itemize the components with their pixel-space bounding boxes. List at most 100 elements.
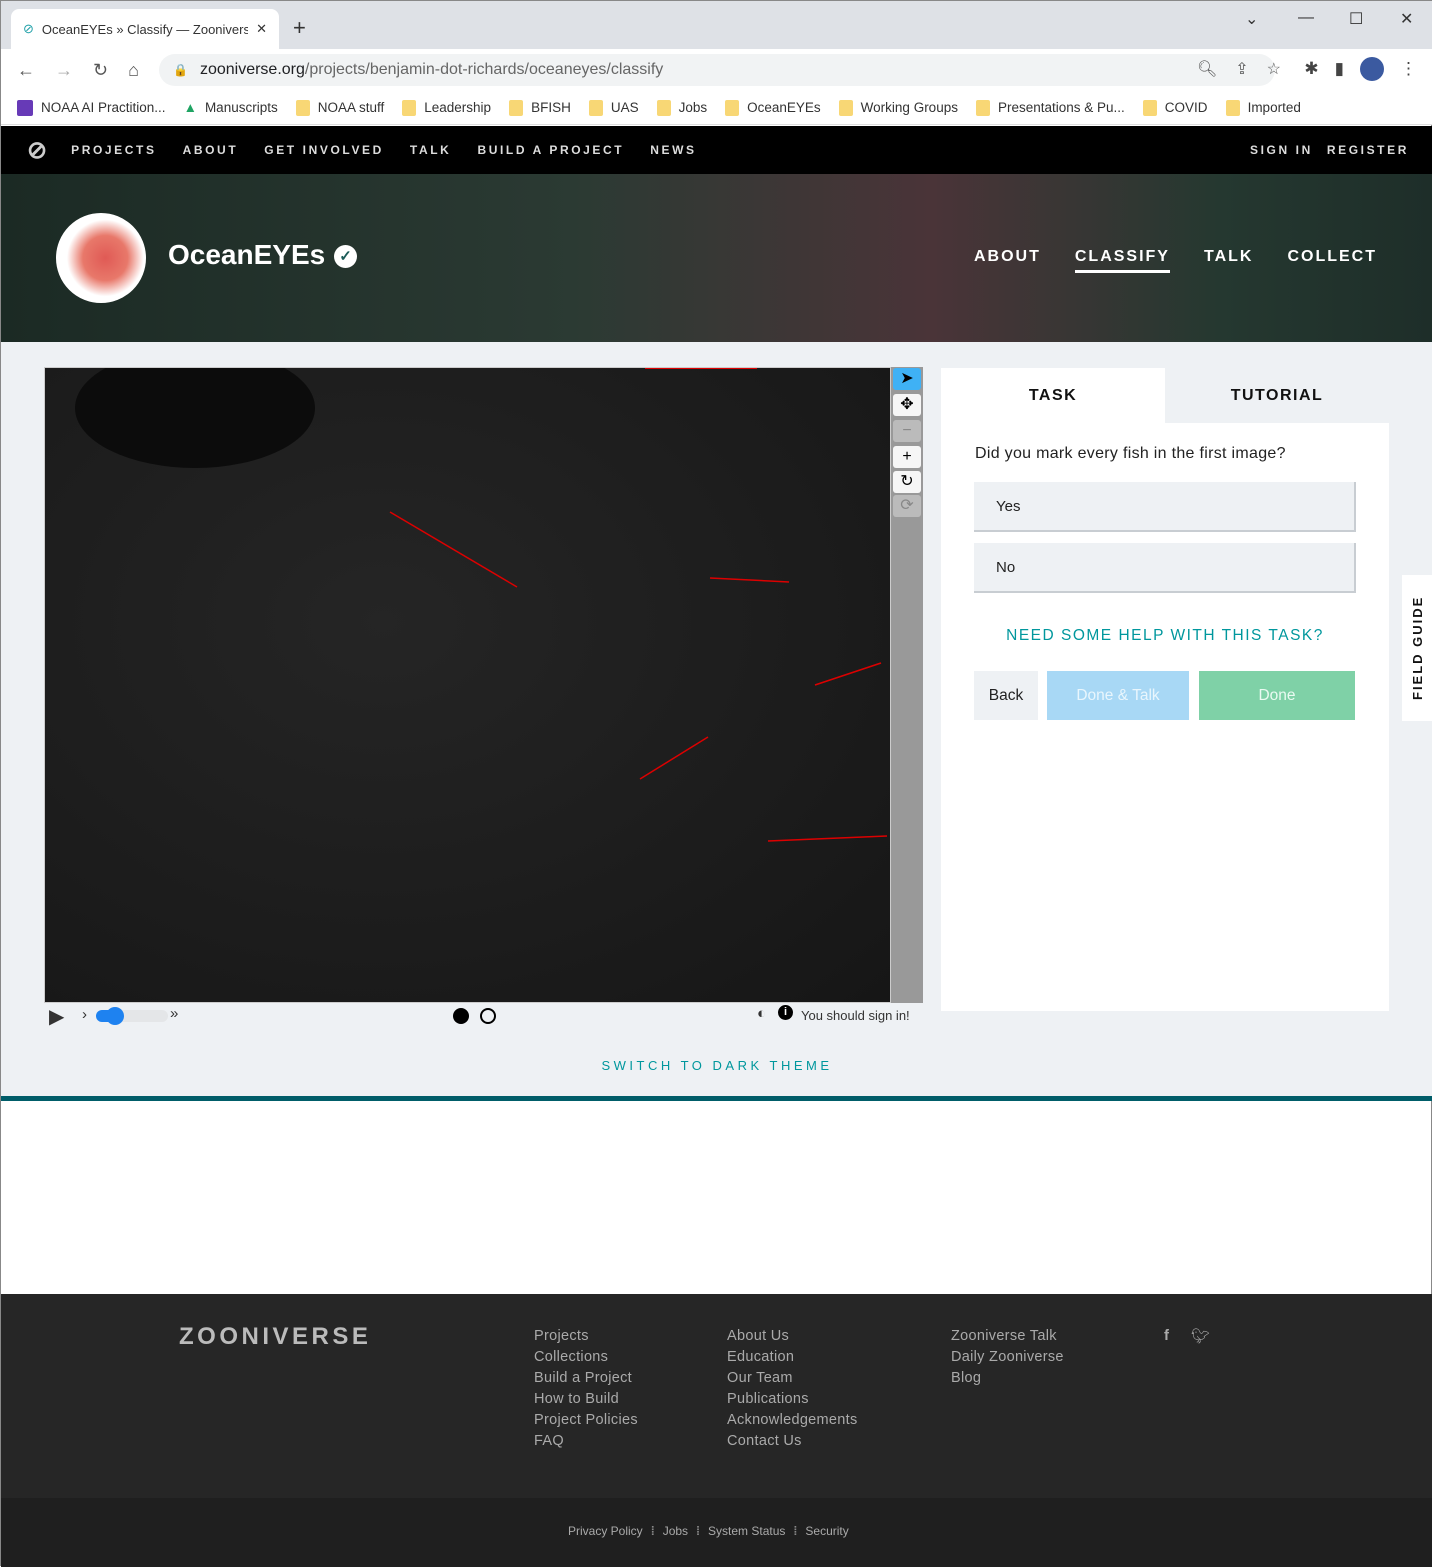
footer-link[interactable]: Blog (951, 1370, 1064, 1386)
sign-in-link[interactable]: SIGN IN (1250, 143, 1313, 157)
speed-slider[interactable] (96, 1007, 168, 1025)
new-tab-icon[interactable]: + (293, 15, 306, 41)
share-icon[interactable]: ⇪ (1235, 59, 1248, 79)
twitter-icon[interactable]: 🐦︎ (1191, 1327, 1210, 1345)
tab-task[interactable]: TASK (941, 368, 1165, 423)
nav-talk[interactable]: TALK (410, 143, 452, 157)
star-icon[interactable]: ☆ (1267, 59, 1281, 79)
project-nav-talk[interactable]: TALK (1204, 248, 1253, 273)
bookmark-folder[interactable]: Imported (1225, 99, 1301, 116)
reset-icon[interactable]: ⟳ (893, 495, 921, 517)
invert-icon[interactable]: ◐ (757, 1005, 766, 1022)
reload-icon[interactable]: ↻ (93, 60, 108, 81)
play-icon[interactable]: ▶ (49, 1004, 64, 1029)
close-window-icon[interactable]: ✕ (1400, 9, 1413, 29)
minimize-icon[interactable]: — (1298, 9, 1314, 27)
bookmark-folder[interactable]: OceanEYEs (725, 99, 821, 116)
frame-dot-1[interactable] (453, 1008, 469, 1024)
side-panel-icon[interactable]: ▮ (1335, 59, 1344, 79)
separator: ⁞ (650, 1524, 655, 1538)
tab-search-icon[interactable]: ⌄ (1245, 9, 1258, 29)
footer-link[interactable]: Contact Us (727, 1433, 858, 1449)
footer-link[interactable]: Acknowledgements (727, 1412, 858, 1428)
project-nav-classify[interactable]: CLASSIFY (1074, 248, 1170, 273)
bookmark-folder[interactable]: BFISH (509, 99, 571, 116)
bookmark[interactable]: NOAA AI Practition... (17, 99, 166, 116)
info-icon[interactable]: i (778, 1005, 793, 1020)
bookmark-folder[interactable]: Jobs (656, 99, 707, 116)
footer-link[interactable]: Collections (534, 1349, 638, 1365)
footer-link[interactable]: Daily Zooniverse (951, 1349, 1064, 1365)
profile-avatar[interactable] (1360, 57, 1384, 81)
footer-link[interactable]: Projects (534, 1328, 638, 1344)
jobs-link[interactable]: Jobs (663, 1524, 688, 1538)
done-button[interactable]: Done (1199, 671, 1355, 720)
fish-mark[interactable] (767, 835, 888, 842)
nav-news[interactable]: NEWS (650, 143, 696, 157)
security-link[interactable]: Security (805, 1524, 848, 1538)
register-link[interactable]: REGISTER (1327, 143, 1409, 157)
fast-forward-icon[interactable]: » (170, 1005, 178, 1022)
footer-link[interactable]: Education (727, 1349, 858, 1365)
footer-link[interactable]: Publications (727, 1391, 858, 1407)
bookmark-folder[interactable]: Leadership (402, 99, 491, 116)
extensions-icon[interactable]: ✱ (1304, 59, 1318, 79)
footer-link[interactable]: Zooniverse Talk (951, 1328, 1064, 1344)
system-status-link[interactable]: System Status (708, 1524, 785, 1538)
footer-link[interactable]: How to Build (534, 1391, 638, 1407)
back-button[interactable]: Back (974, 671, 1038, 720)
browser-tab[interactable]: ⊘ OceanEYEs » Classify — Zooniverse ✕ (11, 9, 279, 49)
nav-get-involved[interactable]: GET INVOLVED (264, 143, 384, 157)
footer-link[interactable]: FAQ (534, 1433, 638, 1449)
back-icon[interactable]: ← (17, 60, 35, 81)
fish-mark[interactable] (389, 511, 518, 588)
frame-dot-2[interactable] (480, 1008, 496, 1024)
zooniverse-logo-icon[interactable]: ⊘ (27, 136, 47, 165)
nav-about[interactable]: ABOUT (183, 143, 239, 157)
close-tab-icon[interactable]: ✕ (256, 21, 267, 37)
bookmark-folder[interactable]: UAS (588, 99, 639, 116)
task-help-link[interactable]: NEED SOME HELP WITH THIS TASK? (941, 627, 1389, 645)
done-and-talk-button[interactable]: Done & Talk (1047, 671, 1189, 720)
footer-link[interactable]: Our Team (727, 1370, 858, 1386)
project-title[interactable]: OceanEYEs (168, 239, 325, 271)
zoom-in-icon[interactable]: + (893, 446, 921, 468)
fish-mark[interactable] (709, 577, 790, 583)
move-tool-icon[interactable]: ✥ (893, 394, 921, 416)
rotate-icon[interactable]: ↻ (893, 471, 921, 493)
zoom-icon[interactable]: 🔍︎ (1197, 59, 1217, 79)
footer-link[interactable]: Project Policies (534, 1412, 638, 1428)
footer-link[interactable]: About Us (727, 1328, 858, 1344)
maximize-icon[interactable]: ☐ (1349, 9, 1363, 29)
home-icon[interactable]: ⌂ (128, 60, 139, 81)
tab-tutorial[interactable]: TUTORIAL (1165, 368, 1389, 423)
bookmark-folder[interactable]: NOAA stuff (295, 99, 384, 116)
zooniverse-wordmark[interactable]: ZOONIVERSE (179, 1323, 371, 1351)
fish-mark[interactable] (814, 662, 882, 686)
footer-link[interactable]: Build a Project (534, 1370, 638, 1386)
nav-projects[interactable]: PROJECTS (71, 143, 156, 157)
address-bar[interactable]: 🔒 zooniverse.org/projects/benjamin-dot-r… (159, 54, 1275, 86)
fish-mark[interactable] (639, 736, 709, 780)
pointer-tool-icon[interactable]: ➤ (893, 368, 921, 390)
answer-yes[interactable]: Yes (974, 482, 1356, 532)
forward-icon[interactable]: → (55, 60, 73, 81)
bookmark[interactable]: ▲ Manuscripts (184, 100, 278, 115)
project-nav-about[interactable]: ABOUT (974, 248, 1041, 273)
nav-build-a-project[interactable]: BUILD A PROJECT (477, 143, 624, 157)
zoom-out-icon[interactable]: − (893, 420, 921, 442)
switch-dark-theme-button[interactable]: SWITCH TO DARK THEME (1, 1058, 1432, 1073)
bookmark-folder[interactable]: Working Groups (838, 99, 958, 116)
step-forward-icon[interactable]: › (82, 1006, 87, 1023)
slider-thumb[interactable] (106, 1007, 124, 1025)
facebook-icon[interactable]: f (1164, 1327, 1169, 1345)
menu-icon[interactable]: ⋮ (1400, 59, 1417, 79)
project-avatar[interactable] (56, 213, 146, 303)
project-nav-collect[interactable]: COLLECT (1287, 248, 1377, 273)
subject-image[interactable] (44, 348, 891, 1003)
privacy-policy-link[interactable]: Privacy Policy (568, 1524, 643, 1538)
answer-no[interactable]: No (974, 543, 1356, 593)
bookmark-folder[interactable]: COVID (1142, 99, 1208, 116)
bookmark-folder[interactable]: Presentations & Pu... (975, 99, 1125, 116)
field-guide-button[interactable]: FIELD GUIDE (1402, 575, 1432, 721)
